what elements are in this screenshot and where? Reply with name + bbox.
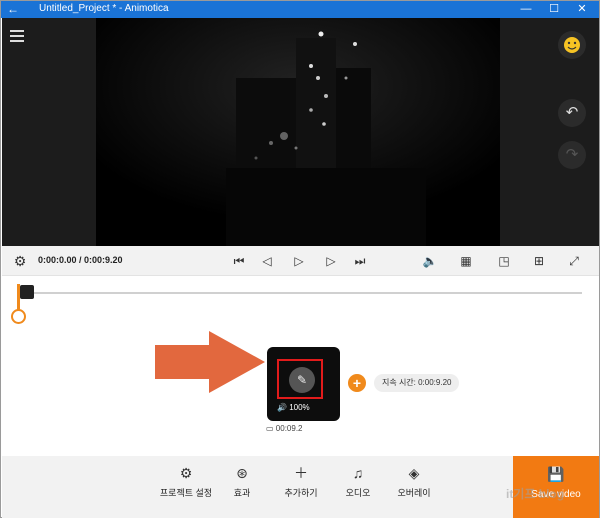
- pattern-icon[interactable]: ▦: [457, 252, 475, 270]
- effects-icon: ⊛: [236, 465, 248, 481]
- overlay-button[interactable]: ◈ 오버레이: [394, 464, 434, 499]
- speaker-icon: 🔊: [277, 403, 287, 412]
- close-button[interactable]: ✕: [568, 1, 596, 18]
- highlight-box: [277, 359, 323, 399]
- skip-end-icon[interactable]: ⏭: [351, 252, 369, 270]
- camera-icon: ▭: [266, 424, 274, 433]
- playback-controls: ⚙ 0:00:0.00 / 0:00:9.20 ⏮ ◁ ▷ ▷ ⏭ 🔈 ▦ ◳ …: [2, 246, 599, 276]
- timeline-track[interactable]: [18, 292, 582, 294]
- left-panel: [2, 18, 32, 246]
- effects-label: 효과: [233, 488, 251, 498]
- plus-icon[interactable]: +: [348, 374, 366, 392]
- playhead-marker[interactable]: [20, 285, 34, 299]
- project-settings-label: 프로젝트 설정: [159, 488, 213, 498]
- step-back-icon[interactable]: ◁: [258, 252, 276, 270]
- effects-button[interactable]: ⊛ 효과: [227, 464, 257, 499]
- title-bar: ← Untitled_Project * - Animotica — ☐ ✕: [1, 1, 599, 18]
- night-scene-image: [96, 18, 500, 246]
- music-icon: ♫: [352, 465, 364, 481]
- time-readout: 0:00:0.00 / 0:00:9.20: [38, 255, 123, 265]
- maximize-button[interactable]: ☐: [540, 1, 568, 18]
- playhead-handle[interactable]: [11, 309, 26, 324]
- audio-button[interactable]: ♫ 오디오: [342, 464, 374, 499]
- gear-icon: ⚙: [179, 465, 193, 481]
- settings-icon[interactable]: ⚙: [11, 252, 29, 270]
- undo-icon: ↶: [565, 104, 579, 121]
- grid-icon[interactable]: ⊞: [530, 252, 548, 270]
- window-title: Untitled_Project * - Animotica: [39, 3, 169, 14]
- redo-button[interactable]: ↷: [558, 141, 586, 169]
- watermark: it기프 blog: [506, 487, 565, 501]
- crop-icon[interactable]: ◳: [495, 252, 513, 270]
- hamburger-menu-icon[interactable]: [10, 30, 24, 42]
- duration-pill[interactable]: 지속 시간: 0:00:9.20: [374, 374, 460, 392]
- undo-button[interactable]: ↶: [558, 99, 586, 127]
- clip-volume: 🔊 100%: [277, 403, 310, 412]
- overlay-label: 오버레이: [397, 488, 431, 498]
- play-icon[interactable]: ▷: [290, 252, 308, 270]
- volume-icon[interactable]: 🔈: [421, 252, 439, 270]
- redo-icon: ↷: [565, 146, 579, 163]
- step-forward-icon[interactable]: ▷: [322, 252, 340, 270]
- app-window: ← Untitled_Project * - Animotica — ☐ ✕ ↶…: [0, 0, 600, 518]
- emoji-button[interactable]: [558, 31, 586, 59]
- minimize-button[interactable]: —: [512, 1, 540, 18]
- add-button[interactable]: ＋ 추가하기: [277, 464, 325, 499]
- layers-icon: ◈: [408, 465, 420, 481]
- fullscreen-icon[interactable]: ⤢: [565, 252, 583, 270]
- audio-label: 오디오: [345, 488, 371, 498]
- back-arrow-icon[interactable]: ←: [7, 2, 23, 17]
- add-label: 추가하기: [284, 488, 318, 498]
- emoji-icon: [564, 37, 580, 53]
- clip-duration: ▭ 00:09.2: [266, 424, 303, 433]
- video-preview: [96, 18, 500, 246]
- plus-icon: ＋: [294, 465, 308, 481]
- skip-start-icon[interactable]: ⏮: [230, 252, 248, 270]
- project-settings-button[interactable]: ⚙ 프로젝트 설정: [156, 464, 216, 499]
- arrow-annotation: [155, 331, 265, 393]
- save-icon: 💾: [547, 466, 565, 482]
- timeline: ✎ 🔊 100% ▭ 00:09.2 + 지속 시간: 0:00:9.20: [2, 276, 599, 456]
